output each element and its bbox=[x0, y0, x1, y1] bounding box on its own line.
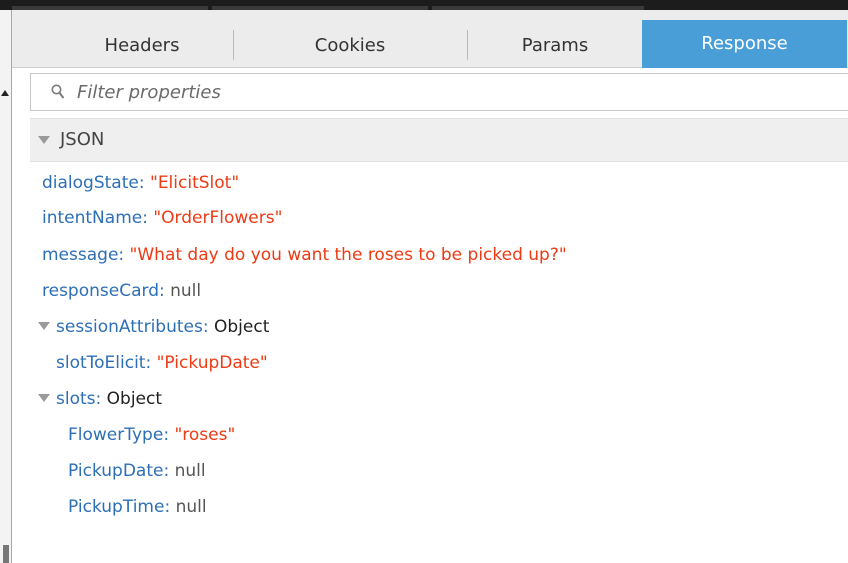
key-separator: : bbox=[163, 461, 175, 481]
section-title: JSON bbox=[60, 129, 105, 150]
filter-properties-input[interactable] bbox=[77, 78, 817, 106]
key-separator: : bbox=[142, 208, 154, 228]
property-key: slotToElicit bbox=[56, 353, 146, 373]
property-row[interactable]: FlowerType: "roses" bbox=[68, 423, 235, 447]
property-row[interactable]: responseCard: null bbox=[42, 279, 201, 303]
expand-triangle-icon[interactable] bbox=[38, 136, 50, 144]
scrollbar-thumb[interactable] bbox=[3, 545, 9, 563]
property-value: "roses" bbox=[174, 425, 236, 445]
expand-triangle-icon[interactable] bbox=[38, 394, 50, 402]
property-key: PickupDate bbox=[68, 461, 164, 481]
key-separator: : bbox=[138, 173, 150, 193]
property-value: null bbox=[170, 281, 202, 301]
filter-box bbox=[30, 73, 848, 111]
property-row[interactable]: slotToElicit: "PickupDate" bbox=[56, 351, 268, 375]
tab-bar: Headers Cookies Params Response bbox=[12, 10, 848, 68]
property-row[interactable]: sessionAttributes: Object bbox=[56, 315, 269, 339]
key-separator: : bbox=[163, 425, 175, 445]
property-row[interactable]: slots: Object bbox=[56, 387, 162, 411]
tab-params[interactable]: Params bbox=[468, 24, 642, 68]
property-row[interactable]: message: "What day do you want the roses… bbox=[42, 243, 567, 267]
property-value: "ElicitSlot" bbox=[150, 173, 240, 193]
property-row[interactable]: PickupDate: null bbox=[68, 459, 206, 483]
property-key: sessionAttributes bbox=[56, 317, 203, 337]
property-key: responseCard bbox=[42, 281, 159, 301]
property-row[interactable]: dialogState: "ElicitSlot" bbox=[42, 171, 239, 195]
key-separator: : bbox=[145, 353, 157, 373]
json-section-header[interactable]: JSON bbox=[30, 118, 848, 162]
property-value: Object bbox=[106, 389, 163, 409]
property-value: "OrderFlowers" bbox=[153, 208, 283, 228]
property-key: FlowerType bbox=[68, 425, 164, 445]
left-panel-strip bbox=[0, 10, 12, 563]
key-separator: : bbox=[158, 281, 171, 301]
tab-headers[interactable]: Headers bbox=[52, 24, 232, 68]
key-separator: : bbox=[95, 389, 107, 409]
property-value: null bbox=[175, 497, 207, 517]
property-row[interactable]: PickupTime: null bbox=[68, 495, 207, 519]
collapse-arrow-icon[interactable] bbox=[1, 90, 9, 96]
expand-triangle-icon[interactable] bbox=[38, 322, 50, 330]
search-icon bbox=[51, 84, 65, 99]
property-key: message bbox=[42, 245, 119, 265]
key-separator: : bbox=[118, 245, 130, 265]
tab-response[interactable]: Response bbox=[642, 20, 847, 68]
window-top-border bbox=[0, 0, 848, 10]
key-separator: : bbox=[164, 497, 176, 517]
property-key: dialogState bbox=[42, 173, 139, 193]
property-value: Object bbox=[214, 317, 270, 337]
property-key: slots bbox=[56, 389, 96, 409]
property-row[interactable]: intentName: "OrderFlowers" bbox=[42, 206, 282, 230]
property-key: PickupTime bbox=[68, 497, 165, 517]
property-value: "What day do you want the roses to be pi… bbox=[129, 245, 567, 265]
key-separator: : bbox=[202, 317, 214, 337]
property-key: intentName bbox=[42, 208, 143, 228]
property-value: "PickupDate" bbox=[156, 353, 268, 373]
property-value: null bbox=[174, 461, 206, 481]
tab-cookies[interactable]: Cookies bbox=[234, 24, 466, 68]
